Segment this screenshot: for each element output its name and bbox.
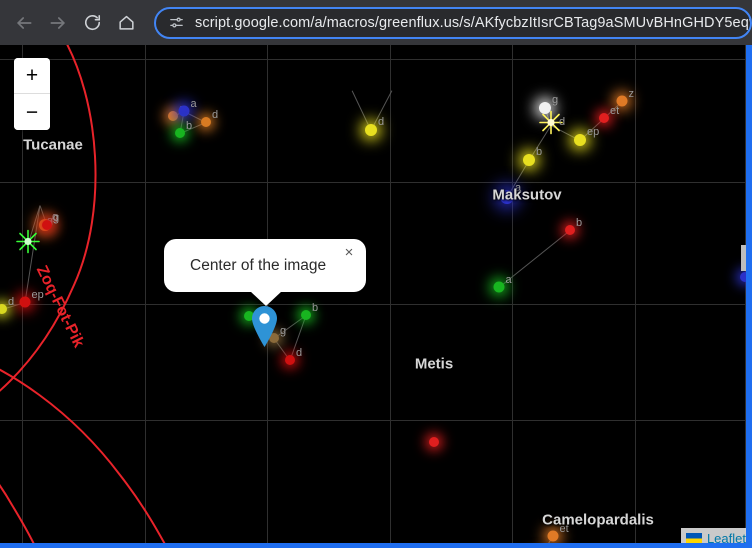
star[interactable] (301, 310, 311, 320)
back-button[interactable] (8, 7, 40, 39)
star-label-d: d (559, 116, 565, 128)
star-burst-green[interactable] (16, 230, 40, 259)
star-label-a: a (506, 274, 512, 286)
popup-content-text: Center of the image (164, 239, 366, 292)
forward-arrow-icon (48, 13, 68, 33)
star[interactable] (42, 220, 52, 230)
star-label-b: b (576, 217, 582, 229)
url-text: script.google.com/a/macros/greenflux.us/… (195, 15, 752, 31)
back-arrow-icon (14, 13, 34, 33)
ukraine-flag-icon (686, 533, 702, 544)
constellation-name: Metis (415, 356, 453, 373)
gridline-vertical (512, 45, 513, 548)
map-popup[interactable]: Center of the image × (164, 239, 366, 292)
star[interactable] (565, 225, 575, 235)
center-of-image-marker[interactable] (252, 306, 277, 347)
star-label-b: b (186, 120, 192, 132)
star-label-d: d (8, 296, 14, 308)
gridline-vertical (390, 45, 391, 548)
star[interactable] (201, 117, 211, 127)
map-viewport[interactable]: Zoq-Fot-Pik gadbdgzetepbabaggggepdbdgetz… (0, 45, 752, 548)
star-label-ep: ep (32, 289, 44, 301)
star[interactable] (599, 113, 609, 123)
window-focus-border-bottom (0, 543, 752, 548)
star[interactable] (365, 124, 377, 136)
gridline-vertical (145, 45, 146, 548)
star[interactable] (20, 297, 31, 308)
star-label-ep: ep (587, 126, 599, 138)
sphere-of-influence-label: Zoq-Fot-Pik (32, 263, 87, 351)
reload-icon (83, 13, 102, 32)
star[interactable] (574, 134, 586, 146)
sphere-arc-lower-2 (0, 425, 40, 548)
star-label-b: b (312, 302, 318, 314)
star-label-g: g (53, 212, 59, 224)
gridline-horizontal (0, 182, 752, 183)
constellation-name: Maksutov (492, 187, 561, 204)
zoom-out-button[interactable]: − (14, 94, 50, 130)
star-label-a: a (191, 98, 197, 110)
browser-toolbar: script.google.com/a/macros/greenflux.us/… (0, 0, 752, 45)
star-label-g: g (552, 94, 558, 106)
gridline-horizontal (0, 420, 752, 421)
star-label-b: b (536, 146, 542, 158)
star-label-d: d (212, 109, 218, 121)
map-pane[interactable]: Zoq-Fot-Pik gadbdgzetepbabaggggepdbdgetz… (0, 45, 752, 548)
star[interactable] (0, 304, 7, 314)
sphere-arc-lower (0, 345, 172, 548)
star[interactable] (429, 437, 439, 447)
star[interactable] (548, 531, 559, 542)
home-button[interactable] (110, 7, 142, 39)
star[interactable] (168, 111, 178, 121)
star[interactable] (175, 128, 185, 138)
star-label-d: d (296, 347, 302, 359)
constellation-name: Tucanae (23, 137, 83, 154)
star[interactable] (494, 282, 505, 293)
star-label-z: z (629, 88, 635, 100)
star-label-g: g (280, 325, 286, 337)
map-pin-icon (252, 306, 277, 347)
star[interactable] (179, 106, 190, 117)
gridline-horizontal (0, 59, 752, 60)
constellation-name: Camelopardalis (542, 512, 654, 529)
star-label-et: et (610, 105, 619, 117)
forward-button[interactable] (42, 7, 74, 39)
star[interactable] (285, 355, 295, 365)
zoom-in-button[interactable]: + (14, 58, 50, 94)
window-focus-border-right (746, 45, 752, 548)
popup-close-icon[interactable]: × (340, 243, 358, 261)
site-info-icon[interactable] (168, 14, 185, 31)
gridline-horizontal (0, 304, 752, 305)
star[interactable] (523, 154, 535, 166)
gridline-vertical (635, 45, 636, 548)
zoom-control: + − (14, 58, 50, 130)
star-label-d: d (378, 116, 384, 128)
popup-tip (250, 291, 282, 306)
home-icon (117, 13, 136, 32)
reload-button[interactable] (76, 7, 108, 39)
address-bar[interactable]: script.google.com/a/macros/greenflux.us/… (154, 7, 752, 39)
